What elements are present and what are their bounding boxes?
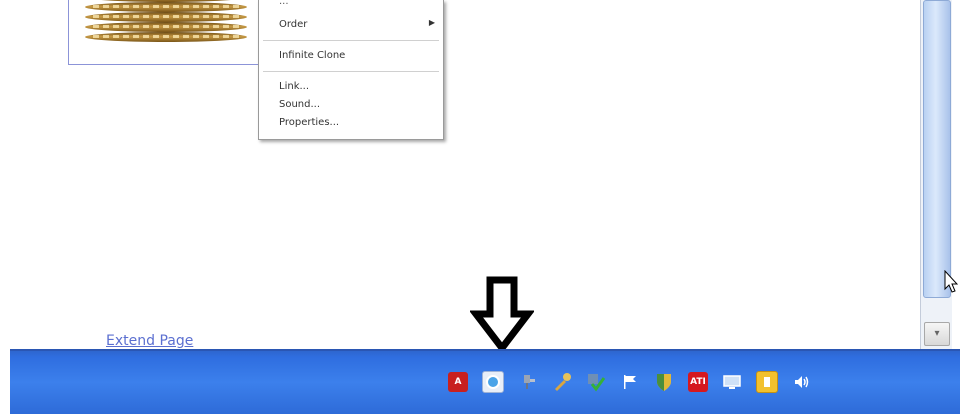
system-tray: A ATI	[448, 369, 812, 395]
network-plug-icon[interactable]	[518, 372, 538, 392]
ati-icon[interactable]: ATI	[688, 372, 708, 392]
vertical-scrollbar[interactable]: ▾	[920, 0, 953, 350]
taskbar: A ATI	[10, 349, 960, 414]
menu-item-order[interactable]: Order	[279, 19, 307, 30]
shield-icon[interactable]	[654, 372, 674, 392]
adobe-reader-icon[interactable]: A	[448, 372, 468, 392]
menu-item-sound[interactable]: Sound...	[279, 99, 320, 110]
context-menu: ... Order ▶ Infinite Clone Link... Sound…	[258, 0, 444, 140]
menu-item-properties[interactable]: Properties...	[279, 117, 339, 128]
flag-icon[interactable]	[620, 372, 640, 392]
disc-icon[interactable]	[482, 371, 504, 393]
volume-icon[interactable]	[792, 372, 812, 392]
coin-stack-image	[85, 0, 247, 50]
down-arrow-annotation-icon	[470, 276, 534, 354]
scroll-down-button[interactable]: ▾	[924, 322, 950, 346]
yellow-app-icon[interactable]	[756, 371, 778, 393]
window-right-edge	[952, 0, 960, 350]
display-icon[interactable]	[722, 372, 742, 392]
submenu-arrow-icon: ▶	[428, 18, 435, 27]
scrollbar-thumb[interactable]	[923, 0, 951, 298]
menu-separator	[263, 40, 439, 41]
context-menu-partial-item[interactable]: ...	[279, 0, 289, 7]
tools-icon[interactable]	[552, 372, 572, 392]
mouse-cursor-icon	[944, 270, 958, 293]
selected-image-frame[interactable]	[68, 0, 260, 65]
menu-item-infinite-clone[interactable]: Infinite Clone	[279, 50, 345, 61]
menu-separator	[263, 71, 439, 72]
extend-page-link[interactable]: Extend Page	[106, 333, 193, 349]
security-check-icon[interactable]	[586, 372, 606, 392]
menu-item-link[interactable]: Link...	[279, 81, 309, 92]
